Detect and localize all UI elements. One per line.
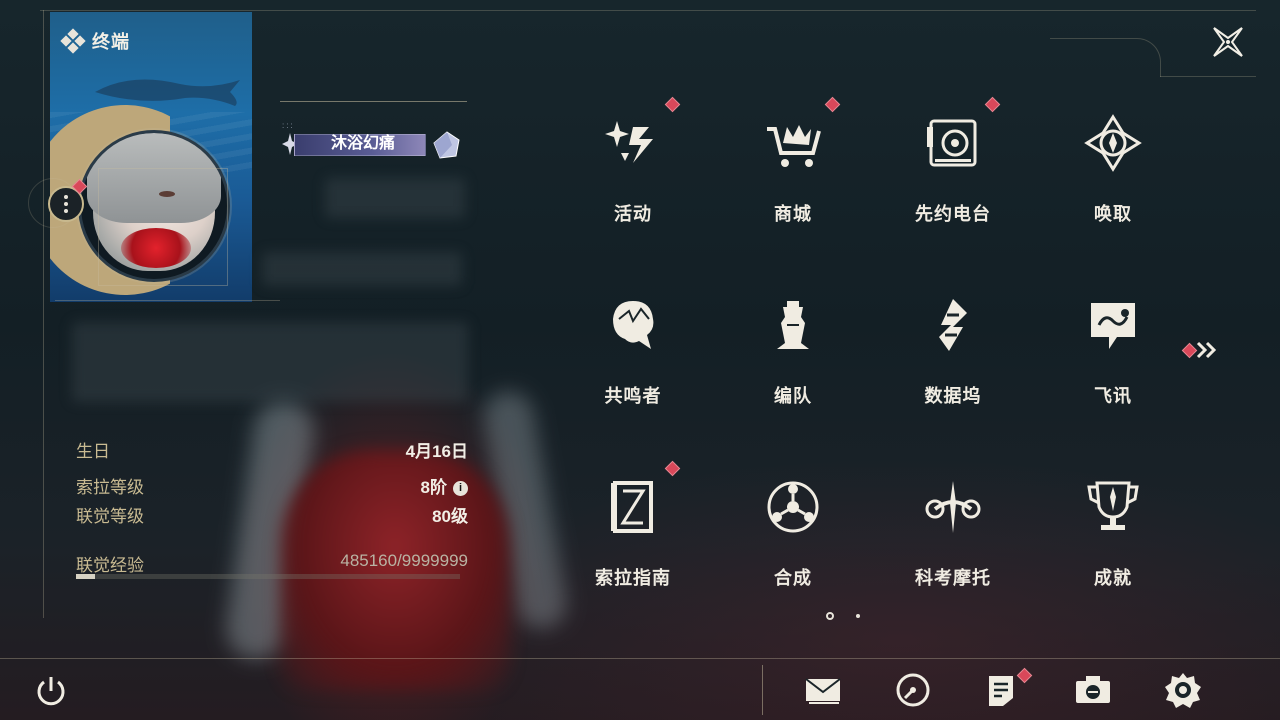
notification-badge	[984, 96, 1001, 113]
menu-item-shop[interactable]: 商城	[713, 95, 873, 255]
name-blurred	[325, 178, 465, 218]
menu-item-radio[interactable]: 先约电台	[873, 95, 1033, 255]
menu-item-achievements[interactable]: 成就	[1033, 459, 1193, 619]
camera-icon[interactable]	[1073, 670, 1113, 710]
stat-birthday: 生日 4月16日	[76, 437, 468, 462]
menu-item-label: 共鸣者	[604, 386, 662, 406]
stat-value: 485160/9999999	[340, 551, 468, 570]
cart-icon	[767, 125, 821, 167]
sparkle-icon	[605, 121, 653, 163]
background-character	[200, 380, 580, 690]
data-icon	[939, 299, 967, 351]
menu-item-label: 索拉指南	[595, 568, 671, 588]
toolbar-divider	[762, 665, 763, 715]
compass-icon	[1084, 114, 1142, 172]
menu-item-label: 先约电台	[915, 204, 991, 224]
menu-item-messages[interactable]: 飞讯	[1033, 277, 1193, 437]
frame-line-right	[1160, 76, 1256, 77]
menu-item-label: 飞讯	[1094, 386, 1132, 406]
notification-badge	[824, 96, 841, 113]
menu-item-motorcycle[interactable]: 科考摩托	[873, 459, 1033, 619]
feature-menu: 活动 商城 先约电台 唤取 共鸣者 编队 数据坞 飞讯 索拉指南 合成 科考摩托…	[553, 95, 1193, 590]
stat-label: 联觉经验	[76, 556, 144, 575]
page-indicator	[826, 612, 860, 620]
menu-item-label: 编队	[774, 386, 812, 406]
double-chevron-right-icon	[1196, 341, 1217, 359]
signature-blurred	[72, 322, 468, 402]
next-page-button[interactable]	[1180, 338, 1220, 362]
stat-union-exp: 联觉经验 485160/9999999	[76, 551, 468, 576]
notification-badge	[664, 96, 681, 113]
menu-item-events[interactable]: 活动	[553, 95, 713, 255]
synthesis-icon	[767, 481, 819, 533]
menu-item-label: 活动	[614, 204, 652, 224]
divider	[55, 300, 280, 301]
trophy-icon	[1087, 481, 1139, 530]
page-dot-2[interactable]	[856, 614, 860, 618]
stat-value: 80级	[432, 507, 468, 526]
menu-item-resonators[interactable]: 共鸣者	[553, 277, 713, 437]
menu-item-synthesis[interactable]: 合成	[713, 459, 873, 619]
uid-blurred	[262, 252, 462, 286]
motorcycle-icon	[925, 481, 981, 533]
stat-union-level: 联觉等级 80级	[76, 502, 468, 527]
settings-icon[interactable]	[1163, 670, 1203, 710]
frame-line-left	[43, 10, 44, 618]
frame-corner-decoration	[1050, 38, 1161, 77]
mail-icon[interactable]	[803, 670, 843, 710]
frame-line-top	[40, 10, 1256, 11]
avatar[interactable]	[78, 130, 230, 282]
character-icon	[613, 301, 654, 349]
stat-value: 4月16日	[405, 442, 468, 461]
menu-item-label: 合成	[774, 568, 812, 588]
radio-icon	[927, 119, 977, 167]
exp-progress-bar	[76, 574, 460, 579]
crystal-icon	[433, 131, 460, 159]
menu-item-label: 唤取	[1094, 204, 1132, 224]
stat-label: 索拉等级	[76, 478, 144, 497]
chat-icon	[1091, 303, 1135, 349]
notification-badge	[1181, 342, 1198, 359]
menu-item-data-bank[interactable]: 数据坞	[873, 277, 1033, 437]
close-icon[interactable]	[1208, 22, 1248, 62]
chess-icon	[777, 301, 809, 349]
stat-value-wrapper: 8阶 i	[421, 473, 468, 498]
stat-label: 联觉等级	[76, 507, 144, 526]
title-badge-label: 沐浴幻痛	[330, 135, 395, 152]
info-icon[interactable]: i	[453, 481, 468, 497]
page-title: 终端	[92, 32, 130, 52]
notes-button[interactable]	[983, 667, 1033, 710]
frame-line-bottom	[0, 658, 1280, 659]
badge-dots-decoration: :::	[282, 121, 295, 130]
stat-label: 生日	[76, 442, 110, 461]
terminal-icon	[60, 28, 86, 54]
menu-item-guide[interactable]: 索拉指南	[553, 459, 713, 619]
notification-badge	[664, 460, 681, 477]
clock-icon[interactable]	[893, 670, 933, 710]
menu-item-label: 科考摩托	[915, 568, 991, 588]
power-icon[interactable]	[33, 673, 69, 709]
menu-item-label: 商城	[774, 204, 812, 224]
window-title: 终端	[60, 28, 130, 54]
page-dot-1[interactable]	[826, 612, 834, 620]
exp-progress-fill	[76, 574, 95, 579]
guide-icon	[611, 481, 653, 533]
menu-item-convene[interactable]: 唤取	[1033, 95, 1193, 255]
menu-item-label: 成就	[1094, 568, 1132, 588]
title-badge[interactable]: ::: 沐浴幻痛	[282, 121, 464, 159]
stat-value: 8阶	[420, 478, 447, 497]
stat-sola-level: 索拉等级 8阶 i	[76, 473, 468, 498]
menu-item-label: 数据坞	[924, 386, 982, 406]
name-underline	[280, 101, 467, 102]
menu-item-team[interactable]: 编队	[713, 277, 873, 437]
